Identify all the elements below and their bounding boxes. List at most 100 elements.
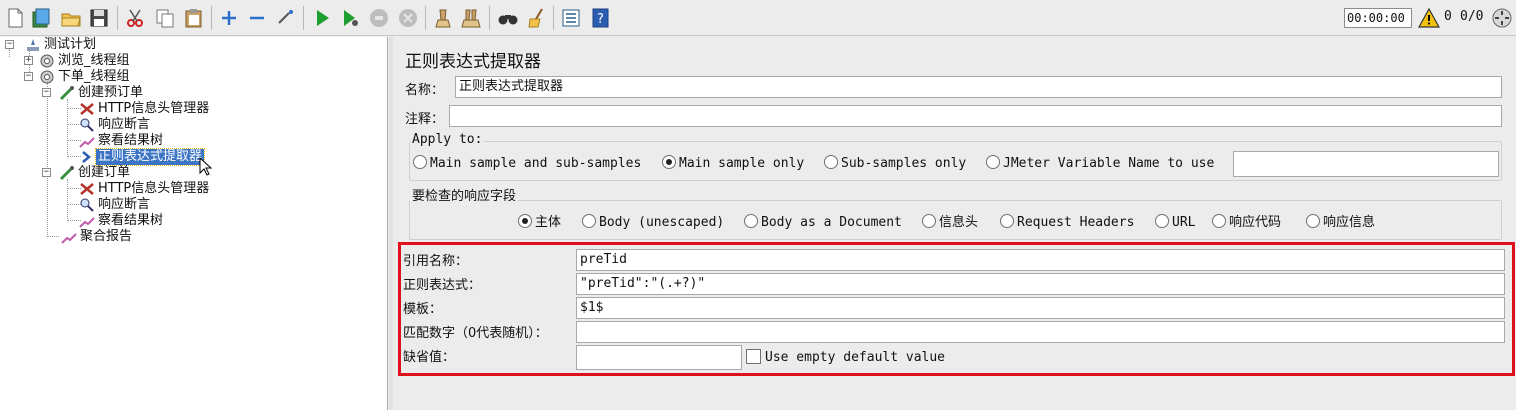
stop-icon[interactable] — [368, 7, 390, 29]
copy-icon[interactable] — [154, 7, 176, 29]
field-to-check-title: 要检查的响应字段 — [410, 185, 519, 204]
tree-item-test-plan[interactable]: 测试计划 — [24, 37, 98, 53]
remote-status-icon[interactable] — [1491, 7, 1513, 29]
tree-item-config[interactable]: HTTP信息头管理器 — [78, 181, 211, 197]
radio-main-and-sub-samples[interactable]: Main sample and sub-samples — [413, 155, 641, 173]
tree-item-regex-extractor-selected[interactable]: 正则表达式提取器 — [78, 148, 206, 166]
radio-button[interactable] — [582, 214, 596, 228]
sampler-icon — [58, 165, 76, 181]
collapse-toggle[interactable]: − — [42, 88, 51, 97]
tree-item-sampler[interactable]: 创建预订单 — [58, 85, 145, 101]
radio-body[interactable]: 主体 — [518, 214, 561, 232]
clear-all-icon[interactable] — [460, 7, 482, 29]
tree-item-label: 响应断言 — [98, 197, 151, 212]
clear-icon[interactable] — [432, 7, 454, 29]
help-icon[interactable]: ? — [590, 7, 612, 29]
radio-response-headers[interactable]: 信息头 — [922, 214, 978, 232]
tree-item-label: 下单_线程组 — [58, 69, 130, 84]
radio-url[interactable]: URL — [1155, 214, 1195, 232]
tree-item-thread-group[interactable]: 浏览_线程组 — [38, 53, 132, 69]
paste-icon[interactable] — [183, 7, 205, 29]
templates-icon[interactable] — [30, 7, 52, 29]
radio-body-as-document[interactable]: Body as a Document — [744, 214, 902, 232]
radio-button[interactable] — [1306, 214, 1320, 228]
tree-item-label: 创建订单 — [78, 165, 131, 180]
shutdown-icon[interactable] — [397, 7, 419, 29]
tree-item-label: 响应断言 — [98, 117, 151, 132]
radio-response-code[interactable]: 响应代码 — [1212, 214, 1281, 232]
listener-icon — [78, 133, 96, 149]
sampler-icon — [58, 85, 76, 101]
highlight-annotation-box — [398, 242, 1515, 376]
collapse-toggle[interactable]: − — [5, 40, 14, 49]
radio-main-sample-only[interactable]: Main sample only — [662, 155, 804, 173]
toggle-icon[interactable] — [275, 7, 297, 29]
tree-item-label: HTTP信息头管理器 — [98, 101, 210, 116]
name-field[interactable]: 正则表达式提取器 — [455, 76, 1502, 98]
tree-item-thread-group[interactable]: 下单_线程组 — [38, 69, 132, 85]
tree-item-label: 聚合报告 — [80, 229, 133, 244]
radio-button[interactable] — [922, 214, 936, 228]
open-icon[interactable] — [60, 7, 82, 29]
comment-field[interactable] — [449, 105, 1502, 127]
radio-button[interactable] — [824, 155, 838, 169]
tree-item-label: HTTP信息头管理器 — [98, 181, 210, 196]
thread-group-icon — [38, 69, 56, 85]
tree-item-label: 测试计划 — [44, 37, 97, 52]
cut-icon[interactable] — [124, 7, 146, 29]
radio-response-message[interactable]: 响应信息 — [1306, 214, 1375, 232]
tree-item-label: 察看结果树 — [98, 213, 164, 228]
tree-item-listener[interactable]: 聚合报告 — [60, 229, 134, 245]
test-plan-tree[interactable]: − + − − − 测试计划 浏览_线程组 下单_线程组 创建预订单 HTTP信… — [0, 37, 388, 410]
thread-group-icon — [38, 53, 56, 69]
radio-jmeter-variable[interactable]: JMeter Variable Name to use — [986, 155, 1214, 173]
expand-icon[interactable] — [218, 7, 240, 29]
radio-button[interactable] — [744, 214, 758, 228]
assertion-icon — [78, 197, 96, 213]
tree-item-config[interactable]: HTTP信息头管理器 — [78, 101, 211, 117]
search-icon[interactable] — [497, 7, 519, 29]
radio-body-unescaped[interactable]: Body (unescaped) — [582, 214, 724, 232]
listener-icon — [60, 229, 78, 245]
warning-count: 0 — [1444, 9, 1452, 24]
tree-item-label: 浏览_线程组 — [58, 53, 130, 68]
collapse-toggle[interactable]: − — [42, 168, 51, 177]
name-label: 名称： — [405, 83, 445, 98]
elapsed-time: 00:00:00 — [1344, 8, 1412, 28]
radio-button[interactable] — [413, 155, 427, 169]
radio-button-selected[interactable] — [518, 214, 532, 228]
collapse-icon[interactable] — [246, 7, 268, 29]
config-tools-icon — [78, 181, 96, 197]
warning-icon[interactable] — [1417, 7, 1441, 28]
function-helper-icon[interactable] — [560, 7, 582, 29]
save-icon[interactable] — [88, 7, 110, 29]
tree-item-assertion[interactable]: 响应断言 — [78, 197, 152, 213]
comment-label: 注释： — [405, 112, 445, 127]
new-icon[interactable] — [4, 7, 26, 29]
tree-item-label: 正则表达式提取器 — [94, 148, 206, 166]
radio-button-selected[interactable] — [662, 155, 676, 169]
start-no-pauses-icon[interactable] — [339, 7, 361, 29]
listener-icon — [78, 213, 96, 229]
expand-toggle[interactable]: + — [24, 56, 33, 65]
start-icon[interactable] — [311, 7, 333, 29]
toolbar: ? 00:00:00 0 0/0 — [0, 0, 1516, 36]
radio-request-headers[interactable]: Request Headers — [1000, 214, 1134, 232]
svg-text:?: ? — [597, 12, 604, 27]
tree-item-listener[interactable]: 察看结果树 — [78, 213, 165, 229]
tree-item-listener[interactable]: 察看结果树 — [78, 133, 165, 149]
config-tools-icon — [78, 101, 96, 117]
active-threads: 0/0 — [1460, 9, 1484, 24]
jmeter-variable-name-input[interactable] — [1233, 151, 1499, 177]
tree-item-label: 察看结果树 — [98, 133, 164, 148]
radio-button[interactable] — [1155, 214, 1169, 228]
radio-button[interactable] — [986, 155, 1000, 169]
radio-button[interactable] — [1000, 214, 1014, 228]
tree-item-sampler[interactable]: 创建订单 — [58, 165, 132, 181]
apply-to-title: Apply to: — [410, 132, 485, 147]
tree-item-assertion[interactable]: 响应断言 — [78, 117, 152, 133]
reset-search-icon[interactable] — [526, 7, 548, 29]
radio-sub-samples-only[interactable]: Sub-samples only — [824, 155, 966, 173]
collapse-toggle[interactable]: − — [24, 72, 33, 81]
radio-button[interactable] — [1212, 214, 1226, 228]
